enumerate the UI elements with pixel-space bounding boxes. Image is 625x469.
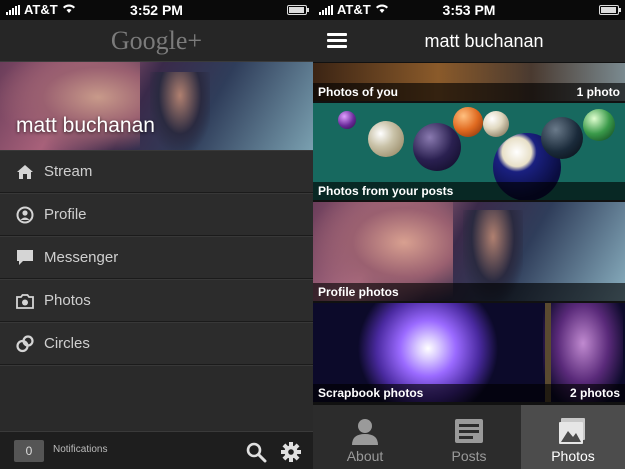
tab-bar: About Posts Photos	[313, 404, 625, 469]
album-count: 1 photo	[576, 85, 620, 99]
posts-icon	[454, 417, 484, 445]
camera-icon	[15, 291, 35, 311]
album-scrapbook-photos[interactable]: Scrapbook photos 2 photos	[313, 303, 625, 404]
album-count: 2 photos	[570, 386, 620, 400]
menu-item-label: Stream	[44, 163, 93, 180]
billiard-ball	[483, 111, 509, 137]
menu-item-stream[interactable]: Stream	[0, 150, 313, 193]
album-photos-from-posts[interactable]: Photos from your posts	[313, 103, 625, 202]
album-photos-of-you[interactable]: Photos of you 1 photo	[313, 63, 625, 103]
status-time: 3:52 PM	[130, 2, 183, 18]
album-title: Photos of you	[318, 85, 398, 99]
battery-icon	[599, 5, 621, 15]
billiard-ball	[413, 123, 461, 171]
album-title: Scrapbook photos	[318, 386, 424, 400]
battery-icon	[287, 5, 309, 15]
person-icon	[350, 417, 380, 445]
notification-count-badge[interactable]: 0	[14, 440, 44, 462]
tab-posts[interactable]: Posts	[417, 405, 521, 469]
profile-name: matt buchanan	[16, 114, 155, 137]
billiard-ball	[453, 107, 483, 137]
billiard-ball	[541, 117, 583, 159]
tab-label: Posts	[451, 448, 487, 464]
menu-item-label: Circles	[44, 335, 90, 352]
billiard-ball	[338, 111, 356, 129]
photos-icon	[558, 417, 588, 445]
left-screen: AT&T 3:52 PM Google+ matt buchanan Strea…	[0, 0, 313, 469]
menu-empty-area	[0, 365, 313, 431]
profile-banner[interactable]: matt buchanan	[0, 62, 313, 150]
menu-item-profile[interactable]: Profile	[0, 193, 313, 236]
album-title: Photos from your posts	[318, 184, 454, 198]
tab-label: About	[346, 448, 384, 464]
gear-icon[interactable]	[280, 441, 302, 463]
home-icon	[15, 162, 35, 182]
cover-photo-person	[150, 72, 210, 150]
menu-item-label: Photos	[44, 292, 91, 309]
tab-label: Photos	[551, 448, 595, 464]
album-profile-photos[interactable]: Profile photos	[313, 202, 625, 303]
footer-bar: 0 Notifications	[0, 431, 313, 469]
tab-photos[interactable]: Photos	[521, 405, 625, 469]
menu-item-label: Profile	[44, 206, 87, 223]
circles-icon	[15, 334, 35, 354]
album-title: Profile photos	[318, 285, 399, 299]
page-title: matt buchanan	[424, 31, 544, 51]
menu-item-photos[interactable]: Photos	[0, 279, 313, 322]
profile-icon	[15, 205, 35, 225]
notifications-label[interactable]: Notifications	[53, 444, 107, 455]
status-bar: AT&T 3:52 PM	[0, 0, 313, 20]
status-bar: AT&T 3:53 PM	[313, 0, 625, 20]
app-header: Google+	[0, 20, 313, 62]
status-time: 3:53 PM	[442, 2, 496, 18]
profile-header: matt buchanan	[313, 20, 625, 63]
billiard-ball	[583, 109, 615, 141]
search-icon[interactable]	[245, 441, 267, 463]
nav-menu: Stream Profile Messenger Photos Circles	[0, 150, 313, 365]
billiard-ball	[368, 121, 404, 157]
menu-item-circles[interactable]: Circles	[0, 322, 313, 365]
menu-item-messenger[interactable]: Messenger	[0, 236, 313, 279]
menu-item-label: Messenger	[44, 249, 119, 266]
messenger-icon	[15, 248, 35, 268]
google-plus-logo: Google+	[110, 25, 203, 55]
tab-about[interactable]: About	[313, 405, 417, 469]
right-screen: AT&T 3:53 PM matt buchanan Photos of you…	[313, 0, 625, 469]
